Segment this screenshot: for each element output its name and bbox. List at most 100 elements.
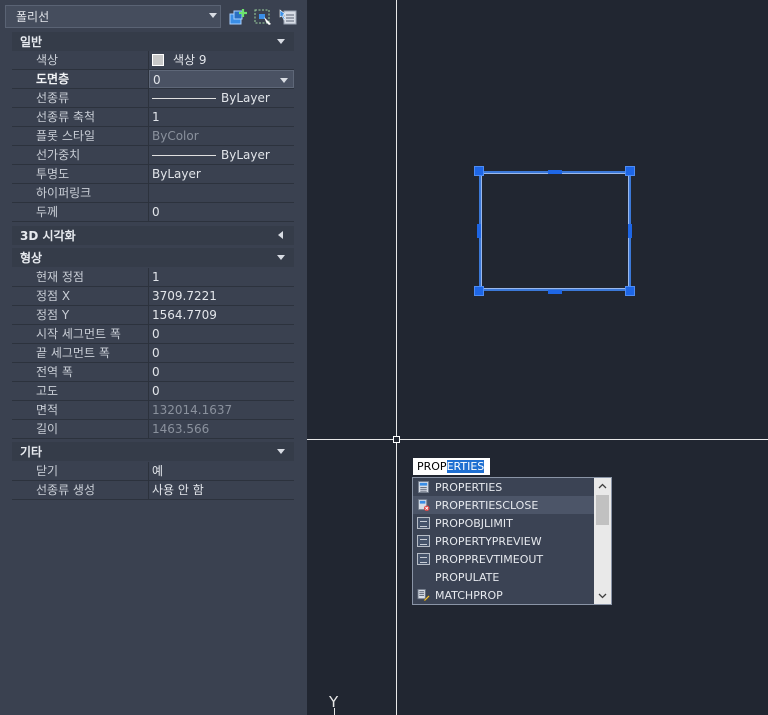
prop-row-layer[interactable]: 도면층 0	[12, 70, 294, 89]
match-properties-icon	[417, 589, 430, 601]
autocomplete-item[interactable]: PROPULATE	[413, 568, 594, 586]
prop-value[interactable]: ByLayer	[149, 89, 294, 107]
prop-value[interactable]: ByLayer	[149, 146, 294, 164]
chevron-up-icon[interactable]	[598, 482, 607, 491]
prop-value[interactable]: 1	[149, 108, 294, 126]
prop-row-plot-style[interactable]: 플롯 스타일 ByColor	[12, 127, 294, 146]
autocomplete-item[interactable]: MATCHPROP	[413, 586, 594, 604]
autocomplete-label: PROPULATE	[435, 570, 500, 584]
prop-value[interactable]	[149, 184, 294, 202]
vertex-grip[interactable]	[474, 166, 484, 176]
crosshair-horizontal	[307, 439, 768, 440]
properties-close-icon	[417, 499, 430, 511]
prop-value[interactable]: 0	[149, 363, 294, 381]
prop-row-transparency[interactable]: 투명도 ByLayer	[12, 165, 294, 184]
cursor-pickbox	[393, 436, 400, 443]
prop-label: 정점 X	[12, 287, 149, 305]
autocomplete-list[interactable]: PROPERTIES PROPERTIESCLOSE PROPOBJLIMIT …	[412, 477, 612, 605]
prop-value[interactable]: 예	[149, 462, 294, 480]
prop-row-thickness[interactable]: 두께 0	[12, 203, 294, 222]
prop-row-current-vertex[interactable]: 현재 정점 1	[12, 268, 294, 287]
prop-label: 끝 세그먼트 폭	[12, 344, 149, 362]
prop-label: 색상	[12, 51, 149, 69]
scrollbar-thumb[interactable]	[596, 495, 609, 525]
prop-label: 플롯 스타일	[12, 127, 149, 145]
prop-value[interactable]: 0	[149, 203, 294, 221]
prop-row-lineweight[interactable]: 선가중치 ByLayer	[12, 146, 294, 165]
prop-value[interactable]: 1	[149, 268, 294, 286]
prop-value: 1463.566	[149, 420, 294, 438]
prop-label: 정점 Y	[12, 306, 149, 324]
prop-row-hyperlink[interactable]: 하이퍼링크	[12, 184, 294, 203]
autocomplete-item[interactable]: PROPERTIES	[413, 478, 594, 496]
dynamic-command-input[interactable]: PROPERTIES	[413, 458, 490, 475]
autocomplete-item[interactable]: PROPERTIESCLOSE	[413, 496, 594, 514]
layer-value: 0	[153, 73, 161, 87]
prop-label: 현재 정점	[12, 268, 149, 286]
prop-row-vertex-x[interactable]: 정점 X 3709.7221	[12, 287, 294, 306]
prop-value[interactable]: 1564.7709	[149, 306, 294, 324]
toggle-pickadd-icon[interactable]	[228, 7, 248, 27]
geometry-properties: 현재 정점 1 정점 X 3709.7221 정점 Y 1564.7709 시작…	[12, 268, 294, 439]
prop-row-closed[interactable]: 닫기 예	[12, 462, 294, 481]
section-geometry[interactable]: 형상	[12, 248, 294, 267]
prop-row-linetype[interactable]: 선종류 ByLayer	[12, 89, 294, 108]
chevron-down-icon[interactable]	[280, 78, 288, 83]
midpoint-grip[interactable]	[548, 290, 562, 294]
section-misc-title: 기타	[20, 445, 43, 459]
properties-icon	[417, 481, 430, 493]
object-type-dropdown[interactable]: 폴리선	[5, 5, 221, 28]
color-swatch	[152, 54, 164, 66]
autocomplete-item[interactable]: PROPERTYPREVIEW	[413, 532, 594, 550]
drawing-area[interactable]: PROPERTIES PROPERTIES PROPERTIESCLOSE PR…	[307, 0, 768, 715]
chevron-down-icon[interactable]	[598, 591, 607, 600]
vertex-grip[interactable]	[474, 286, 484, 296]
prop-label: 전역 폭	[12, 363, 149, 381]
section-misc[interactable]: 기타	[12, 442, 294, 461]
prop-row-area[interactable]: 면적 132014.1637	[12, 401, 294, 420]
prop-row-vertex-y[interactable]: 정점 Y 1564.7709	[12, 306, 294, 325]
prop-row-length[interactable]: 길이 1463.566	[12, 420, 294, 439]
collapse-icon	[277, 255, 285, 260]
autocomplete-label: PROPERTIESCLOSE	[435, 498, 539, 512]
prop-value: 132014.1637	[149, 401, 294, 419]
section-general[interactable]: 일반	[12, 32, 294, 51]
midpoint-grip[interactable]	[548, 170, 562, 174]
autocomplete-label: MATCHPROP	[435, 588, 503, 602]
prop-value[interactable]: 색상 9	[149, 51, 294, 69]
prop-row-elevation[interactable]: 고도 0	[12, 382, 294, 401]
prop-row-global-width[interactable]: 전역 폭 0	[12, 363, 294, 382]
prop-label: 시작 세그먼트 폭	[12, 325, 149, 343]
prop-row-end-width[interactable]: 끝 세그먼트 폭 0	[12, 344, 294, 363]
linetype-preview	[152, 98, 216, 99]
prop-value[interactable]: 0	[149, 344, 294, 362]
select-objects-icon[interactable]	[253, 7, 273, 27]
prop-value[interactable]: 사용 안 함	[149, 481, 294, 499]
autocomplete-label: PROPERTYPREVIEW	[435, 534, 542, 548]
linetype-value: ByLayer	[221, 91, 270, 105]
layer-dropdown[interactable]: 0	[149, 70, 294, 88]
quick-select-icon[interactable]	[278, 7, 298, 27]
midpoint-grip[interactable]	[628, 224, 632, 238]
prop-row-start-width[interactable]: 시작 세그먼트 폭 0	[12, 325, 294, 344]
vertex-grip[interactable]	[625, 166, 635, 176]
prop-value[interactable]: ByLayer	[149, 165, 294, 183]
section-3d-title: 3D 시각화	[20, 229, 76, 243]
autocomplete-item[interactable]: PROPPREVTIMEOUT	[413, 550, 594, 568]
prop-label: 선종류 축척	[12, 108, 149, 126]
prop-value[interactable]: 3709.7221	[149, 287, 294, 305]
prop-row-color[interactable]: 색상 색상 9	[12, 51, 294, 70]
blank-icon	[417, 571, 430, 583]
prop-value[interactable]: 0	[149, 382, 294, 400]
autocomplete-item[interactable]: PROPOBJLIMIT	[413, 514, 594, 532]
expand-icon	[278, 231, 283, 239]
prop-row-linetype-scale[interactable]: 선종류 축척 1	[12, 108, 294, 127]
midpoint-grip[interactable]	[477, 224, 481, 238]
prop-value[interactable]: 0	[149, 325, 294, 343]
typed-text: PROP	[417, 460, 447, 473]
prop-row-linetype-generation[interactable]: 선종류 생성 사용 안 함	[12, 481, 294, 500]
autocomplete-scrollbar[interactable]	[594, 478, 611, 604]
selected-polyline[interactable]	[479, 171, 631, 291]
section-3d-visualization[interactable]: 3D 시각화	[12, 226, 294, 245]
vertex-grip[interactable]	[625, 286, 635, 296]
